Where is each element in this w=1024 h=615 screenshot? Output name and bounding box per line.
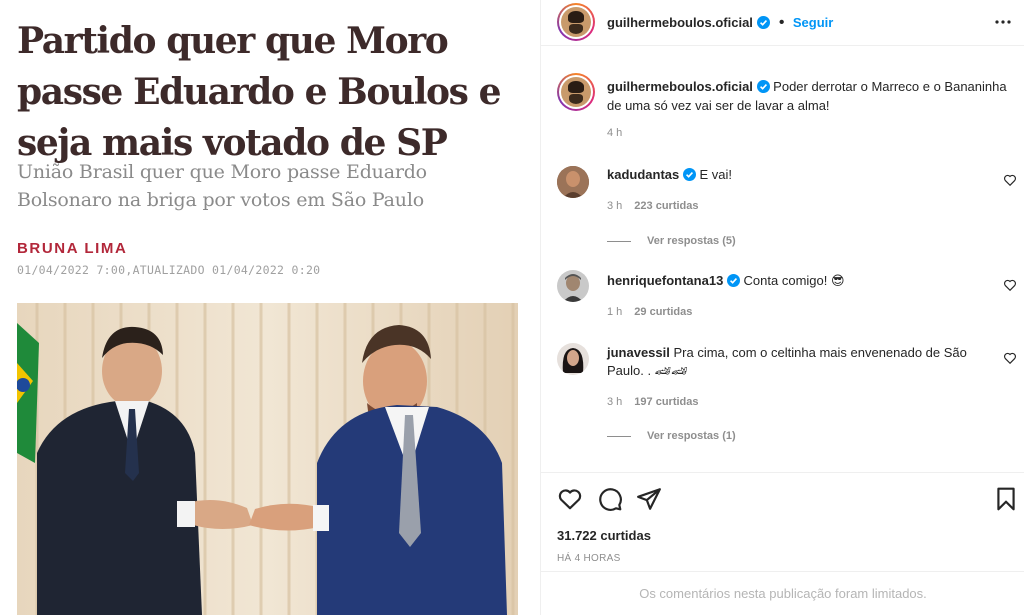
comment-bubble-icon[interactable] — [597, 486, 623, 512]
separator-dot: • — [778, 14, 785, 31]
author-username[interactable]: guilhermeboulos.oficial — [607, 15, 753, 30]
like-comment-heart-icon[interactable] — [1003, 351, 1017, 365]
post-actions: 31.722 curtidas HÁ 4 HORAS Os comentário… — [541, 472, 1024, 614]
handshake-photo-illustration — [17, 303, 518, 615]
verified-badge-icon — [682, 168, 696, 181]
comment-text: E vai! — [699, 167, 733, 182]
caption-timestamp[interactable]: 4 h — [607, 127, 622, 139]
caption-avatar[interactable] — [557, 73, 595, 111]
news-article: Partido quer que Moro passe Eduardo e Bo… — [0, 0, 540, 615]
commenter-username[interactable]: henriquefontana13 — [607, 273, 723, 288]
article-headline: Partido quer que Moro passe Eduardo e Bo… — [17, 20, 502, 164]
verified-badge-icon — [726, 274, 740, 287]
post-caption: guilhermeboulos.oficial Poder derrotar o… — [607, 77, 1017, 115]
commenter-username[interactable]: kadudantas — [607, 167, 679, 182]
author-avatar[interactable] — [557, 3, 595, 41]
commenter-username[interactable]: junavessil — [607, 345, 670, 360]
commenter-avatar[interactable] — [557, 343, 589, 375]
comment-likes[interactable]: 223 curtidas — [634, 200, 698, 212]
comment-timestamp[interactable]: 3 h — [607, 200, 622, 212]
view-replies-link[interactable]: Ver respostas (5) — [607, 235, 736, 247]
post-likes-count[interactable]: 31.722 curtidas — [557, 528, 651, 543]
comment-likes[interactable]: 197 curtidas — [634, 396, 698, 408]
comment-timestamp[interactable]: 3 h — [607, 396, 622, 408]
like-heart-icon[interactable] — [557, 486, 583, 512]
article-subheadline: União Brasil quer que Moro passe Eduardo… — [17, 161, 427, 211]
article-author[interactable]: BRUNA LIMA — [17, 240, 127, 257]
more-options-icon[interactable] — [993, 12, 1013, 32]
commenter-avatar[interactable] — [557, 270, 589, 302]
save-bookmark-icon[interactable] — [993, 486, 1019, 512]
comment-likes[interactable]: 29 curtidas — [634, 306, 692, 318]
verified-badge-icon — [757, 16, 771, 29]
caption-username[interactable]: guilhermeboulos.oficial — [607, 79, 753, 94]
like-comment-heart-icon[interactable] — [1003, 173, 1017, 187]
verified-badge-icon — [756, 80, 770, 93]
instagram-post-panel: guilhermeboulos.oficial • Seguir guilher… — [540, 0, 1024, 615]
like-comment-heart-icon[interactable] — [1003, 278, 1017, 292]
commenter-avatar[interactable] — [557, 166, 589, 198]
comments-limited-notice: Os comentários nesta publicação foram li… — [541, 571, 1024, 615]
view-replies-link[interactable]: Ver respostas (1) — [607, 430, 736, 442]
comment-text: Conta comigo! 😎 — [743, 273, 845, 288]
follow-button[interactable]: Seguir — [793, 15, 833, 30]
article-photo — [17, 303, 518, 615]
post-timestamp[interactable]: HÁ 4 HORAS — [557, 553, 621, 564]
article-dateline: 01/04/2022 7:00,ATUALIZADO 01/04/2022 0:… — [17, 263, 321, 277]
share-paper-plane-icon[interactable] — [636, 486, 662, 512]
post-header: guilhermeboulos.oficial • Seguir — [541, 0, 1024, 46]
comment-timestamp[interactable]: 1 h — [607, 306, 622, 318]
